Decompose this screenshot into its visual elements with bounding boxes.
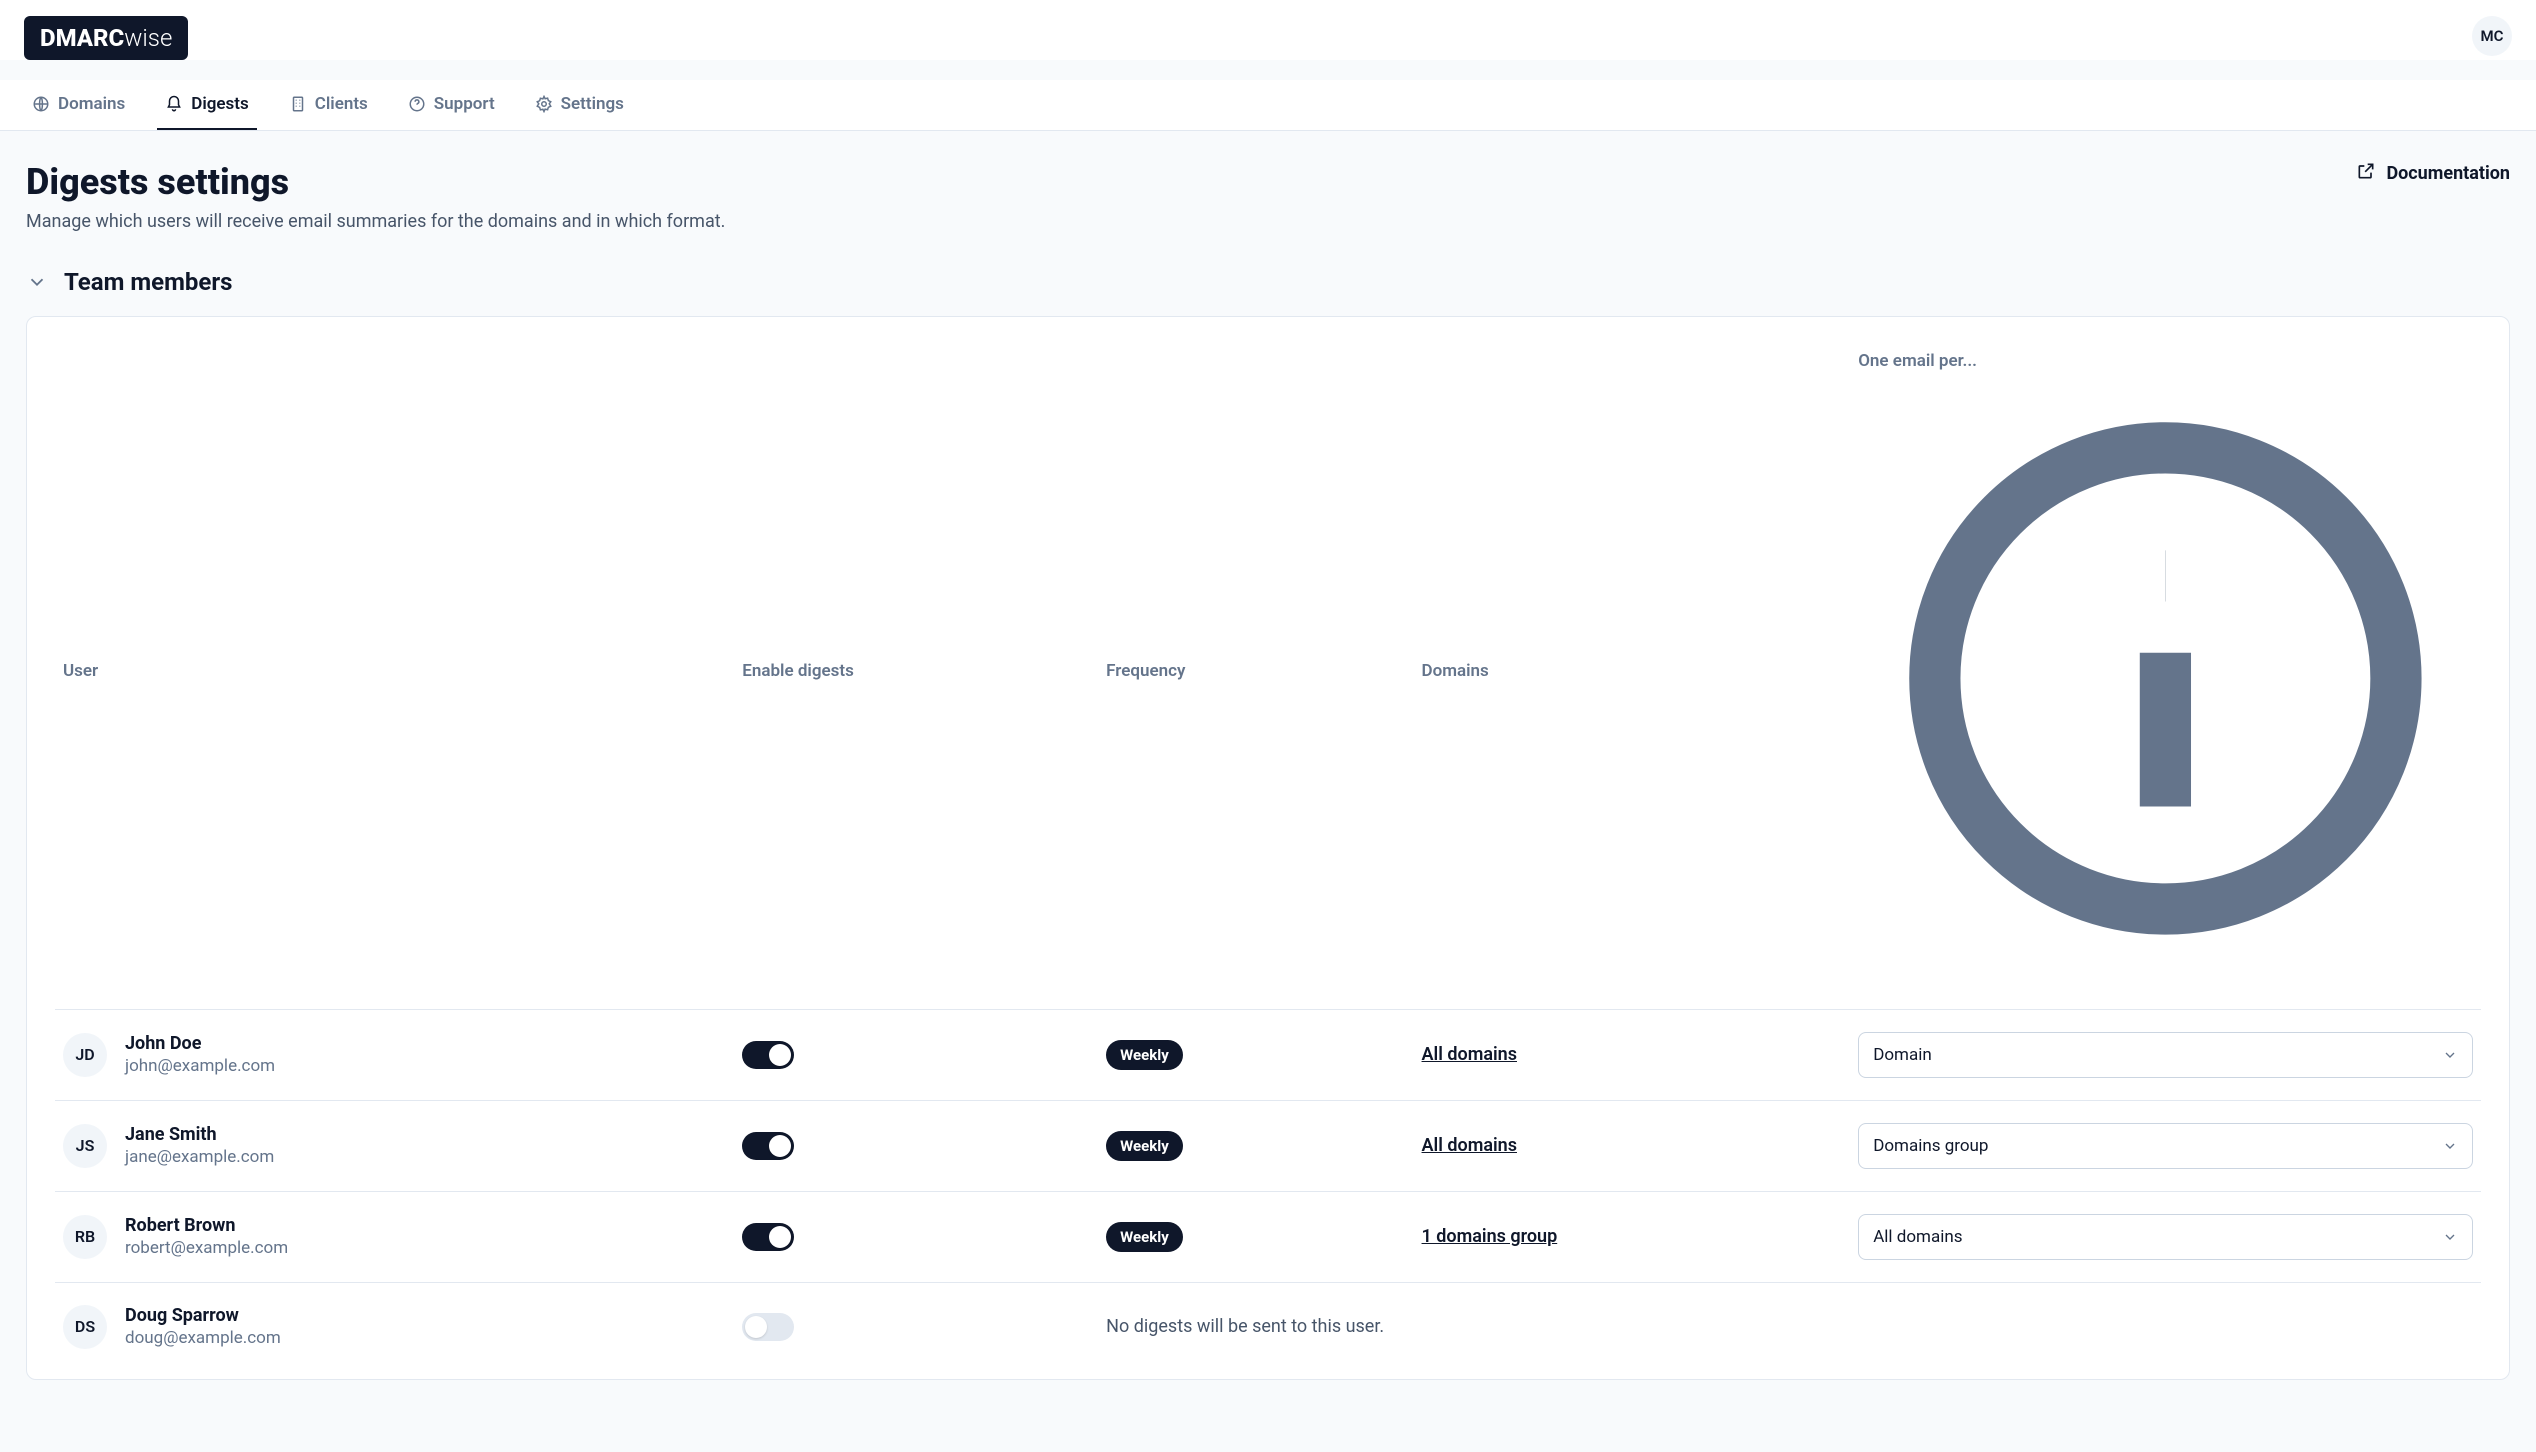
user-email: robert@example.com xyxy=(125,1238,288,1258)
team-members-table: User Enable digests Frequency Domains On… xyxy=(55,341,2481,1371)
nav-support[interactable]: Support xyxy=(400,80,503,130)
nav-label: Support xyxy=(434,94,495,114)
gear-icon xyxy=(535,95,553,113)
user-name: Jane Smith xyxy=(125,1124,274,1145)
documentation-link[interactable]: Documentation xyxy=(2356,161,2510,186)
th-one-per-label: One email per... xyxy=(1858,351,1977,371)
user-cell: DS Doug Sparrowdoug@example.com xyxy=(63,1305,726,1349)
chevron-down-icon xyxy=(2442,1047,2458,1063)
th-domains: Domains xyxy=(1414,341,1851,1009)
avatar-initials: MC xyxy=(2481,27,2504,45)
section-title: Team members xyxy=(64,268,232,296)
user-avatar-small: RB xyxy=(63,1215,107,1259)
select-value: Domains group xyxy=(1873,1136,1988,1156)
nav-domains[interactable]: Domains xyxy=(24,80,133,130)
bell-icon xyxy=(165,95,183,113)
th-one-per: One email per... xyxy=(1850,341,2481,1009)
nav-label: Digests xyxy=(191,94,249,114)
table-row: DS Doug Sparrowdoug@example.com No digests… xyxy=(55,1282,2481,1371)
domains-link[interactable]: All domains xyxy=(1422,1044,1517,1065)
chevron-down-icon xyxy=(2442,1138,2458,1154)
nav-label: Settings xyxy=(561,94,624,114)
chevron-down-icon xyxy=(26,271,48,293)
one-email-per-select[interactable]: All domains xyxy=(1858,1214,2473,1260)
table-row: JS Jane Smithjane@example.com Weekly All do… xyxy=(55,1100,2481,1191)
frequency-pill[interactable]: Weekly xyxy=(1106,1222,1183,1252)
enable-digests-toggle[interactable] xyxy=(742,1132,794,1160)
logo[interactable]: DMARCwise xyxy=(24,16,188,60)
building-icon xyxy=(289,95,307,113)
chevron-down-icon xyxy=(2442,1229,2458,1245)
logo-text-light: wise xyxy=(124,24,172,52)
team-members-card: User Enable digests Frequency Domains On… xyxy=(26,316,2510,1380)
user-name: Robert Brown xyxy=(125,1215,288,1236)
user-email: doug@example.com xyxy=(125,1328,281,1348)
nav-settings[interactable]: Settings xyxy=(527,80,632,130)
one-email-per-select[interactable]: Domains group xyxy=(1858,1123,2473,1169)
user-avatar[interactable]: MC xyxy=(2472,16,2512,56)
page-content: Digests settings Documentation Manage wh… xyxy=(0,131,2536,1410)
no-digest-message: No digests will be sent to this user. xyxy=(1106,1316,1384,1337)
page-title: Digests settings xyxy=(26,161,289,203)
external-link-icon xyxy=(2356,161,2376,186)
globe-icon xyxy=(32,95,50,113)
select-value: All domains xyxy=(1873,1227,1962,1247)
user-avatar-small: JD xyxy=(63,1033,107,1077)
th-user: User xyxy=(55,341,734,1009)
table-row: JD John Doejohn@example.com Weekly All doma… xyxy=(55,1009,2481,1100)
logo-text-bold: DMARC xyxy=(40,24,124,52)
one-email-per-select[interactable]: Domain xyxy=(1858,1032,2473,1078)
frequency-pill[interactable]: Weekly xyxy=(1106,1131,1183,1161)
frequency-pill[interactable]: Weekly xyxy=(1106,1040,1183,1070)
user-name: John Doe xyxy=(125,1033,275,1054)
user-cell: JD John Doejohn@example.com xyxy=(63,1033,726,1077)
nav-label: Clients xyxy=(315,94,368,114)
header: DMARCwise MC xyxy=(0,0,2536,60)
info-icon[interactable] xyxy=(1858,971,2473,991)
domains-link[interactable]: All domains xyxy=(1422,1135,1517,1156)
th-enable: Enable digests xyxy=(734,341,1098,1009)
table-row: RB Robert Brownrobert@example.com Weekly 1 … xyxy=(55,1191,2481,1282)
select-value: Domain xyxy=(1873,1045,1932,1065)
th-frequency: Frequency xyxy=(1098,341,1413,1009)
enable-digests-toggle[interactable] xyxy=(742,1041,794,1069)
section-header[interactable]: Team members xyxy=(26,268,2510,296)
help-icon xyxy=(408,95,426,113)
user-email: jane@example.com xyxy=(125,1147,274,1167)
user-cell: JS Jane Smithjane@example.com xyxy=(63,1124,726,1168)
enable-digests-toggle[interactable] xyxy=(742,1313,794,1341)
nav-digests[interactable]: Digests xyxy=(157,80,257,130)
enable-digests-toggle[interactable] xyxy=(742,1223,794,1251)
user-email: john@example.com xyxy=(125,1056,275,1076)
main-nav: Domains Digests Clients Support Settings xyxy=(0,80,2536,131)
user-name: Doug Sparrow xyxy=(125,1305,281,1326)
user-avatar-small: DS xyxy=(63,1305,107,1349)
user-cell: RB Robert Brownrobert@example.com xyxy=(63,1215,726,1259)
page-subtitle: Manage which users will receive email su… xyxy=(26,211,2510,232)
page-header: Digests settings Documentation xyxy=(26,161,2510,203)
documentation-label: Documentation xyxy=(2386,163,2510,184)
domains-link[interactable]: 1 domains group xyxy=(1422,1226,1558,1247)
nav-label: Domains xyxy=(58,94,125,114)
user-avatar-small: JS xyxy=(63,1124,107,1168)
nav-clients[interactable]: Clients xyxy=(281,80,376,130)
